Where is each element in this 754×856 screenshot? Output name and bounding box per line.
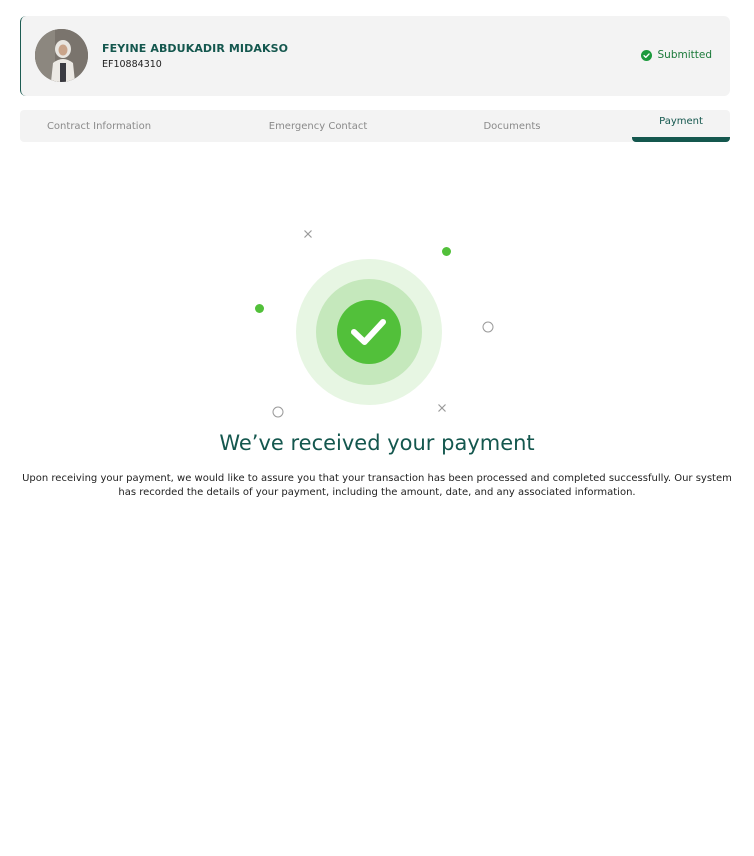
avatar-photo (35, 29, 88, 82)
profile-id: EF10884310 (102, 59, 162, 70)
profile-card: FEYINE ABDUKADIR MIDAKSO EF10884310 Subm… (20, 16, 730, 96)
tab-documents[interactable]: Documents (456, 110, 568, 142)
decoration-ring-left (272, 406, 284, 418)
success-circle (337, 300, 401, 364)
status-label: Submitted (657, 49, 713, 61)
profile-name: FEYINE ABDUKADIR MIDAKSO (102, 42, 289, 55)
tab-bar: Contract Information Emergency Contact D… (20, 110, 730, 142)
check-circle-icon (640, 49, 652, 61)
decoration-ring-right (482, 321, 494, 333)
tab-contract-information[interactable]: Contract Information (20, 110, 178, 142)
payment-success-title: We’ve received your payment (219, 431, 535, 455)
payment-success-illustration (255, 230, 494, 418)
decoration-dot-green-right (442, 247, 451, 256)
decoration-cross-bottom (438, 404, 446, 412)
payment-success-message: Upon receiving your payment, we would li… (22, 473, 732, 498)
decoration-cross-top (304, 230, 312, 238)
tab-emergency-contact[interactable]: Emergency Contact (238, 110, 398, 142)
status-badge: Submitted (640, 49, 713, 61)
tab-payment[interactable]: Payment (632, 110, 730, 142)
avatar (35, 29, 88, 82)
decoration-dot-green-left (255, 304, 264, 313)
